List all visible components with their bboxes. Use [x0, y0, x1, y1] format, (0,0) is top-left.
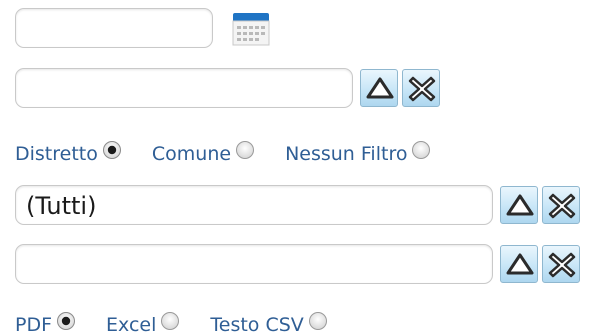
lookup-input-1[interactable]	[15, 68, 353, 108]
x-icon	[548, 252, 576, 278]
report-parameters-panel: Distretto Comune Nessun Filtro (Tutti) P…	[0, 0, 615, 335]
x-icon	[408, 76, 436, 102]
format-option-excel-label: Excel	[106, 314, 157, 335]
open-lookup-1-button[interactable]	[360, 69, 398, 107]
clear-filter-button[interactable]	[542, 186, 580, 224]
filter-option-comune-radio[interactable]	[235, 140, 255, 160]
format-option-excel-radio[interactable]	[160, 311, 180, 331]
clear-lookup-2-button[interactable]	[542, 245, 580, 283]
filter-option-nessun-filtro-label: Nessun Filtro	[285, 143, 408, 165]
lookup-input-2[interactable]	[15, 244, 493, 284]
filter-option-distretto-radio[interactable]	[102, 140, 122, 160]
filter-option-nessun-filtro-radio[interactable]	[411, 140, 431, 160]
triangle-up-icon	[506, 194, 534, 216]
calendar-icon[interactable]	[231, 11, 271, 47]
date-input[interactable]	[15, 8, 213, 48]
format-option-pdf-label: PDF	[15, 314, 53, 335]
filter-value-text: (Tutti)	[26, 192, 97, 220]
clear-lookup-1-button[interactable]	[402, 69, 440, 107]
x-icon	[548, 193, 576, 219]
open-filter-lookup-button[interactable]	[500, 186, 538, 224]
filter-type-group: Distretto Comune Nessun Filtro	[15, 139, 431, 169]
filter-option-distretto-label: Distretto	[15, 143, 98, 165]
format-option-csv-label: Testo CSV	[210, 314, 304, 335]
open-lookup-2-button[interactable]	[500, 245, 538, 283]
format-option-csv-radio[interactable]	[308, 311, 328, 331]
filter-option-comune-label: Comune	[151, 143, 232, 165]
filter-value-input[interactable]: (Tutti)	[15, 185, 493, 225]
triangle-up-icon	[506, 253, 534, 275]
output-format-group: PDF Excel Testo CSV	[15, 310, 328, 335]
triangle-up-icon	[366, 77, 394, 99]
format-option-pdf-radio[interactable]	[56, 311, 76, 331]
